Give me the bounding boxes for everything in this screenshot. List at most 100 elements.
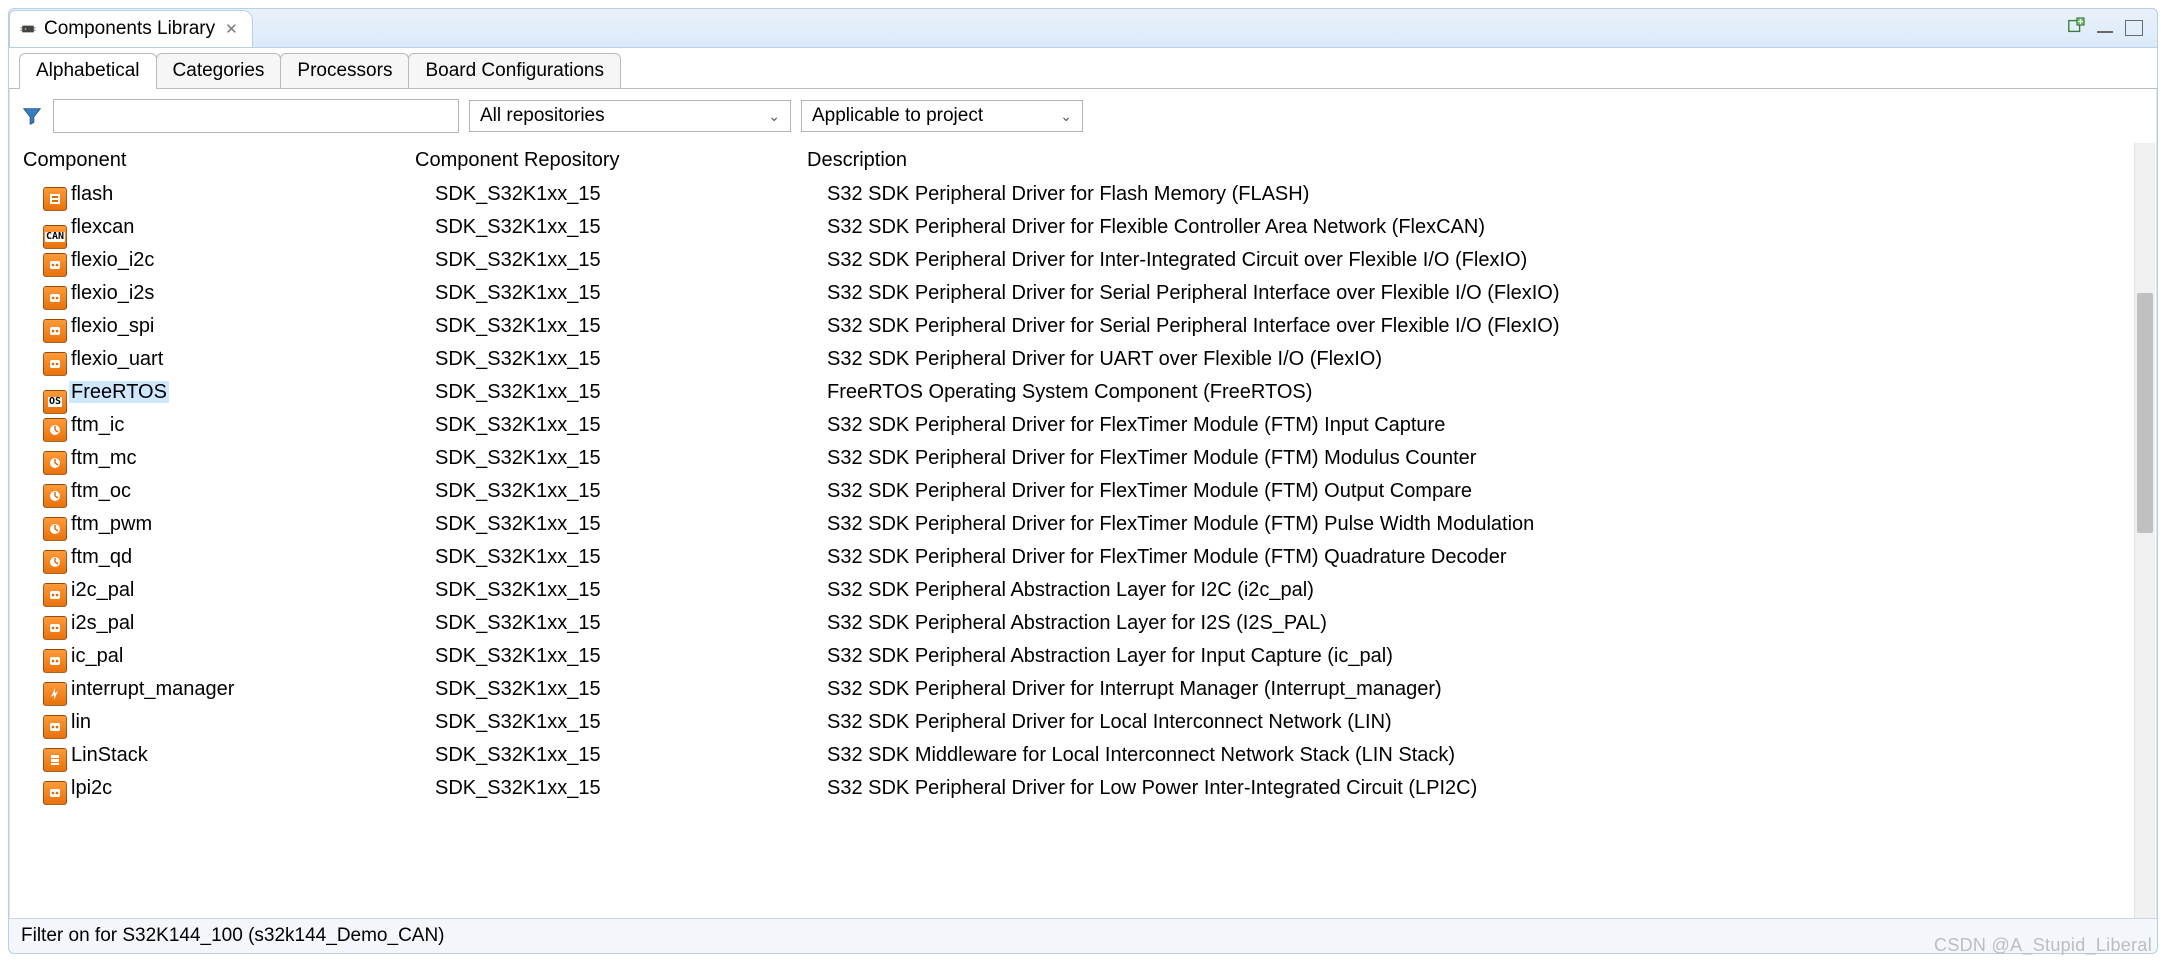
component-name: flexcan xyxy=(69,211,435,244)
component-desc: S32 SDK Middleware for Local Interconnec… xyxy=(827,739,2133,772)
component-repo: SDK_S32K1xx_15 xyxy=(435,640,827,673)
component-desc: S32 SDK Peripheral Driver for Flexible C… xyxy=(827,211,2133,244)
component-desc: S32 SDK Peripheral Driver for Serial Per… xyxy=(827,277,2133,310)
titlebar: Components Library ✕ xyxy=(9,9,2157,48)
phone-icon xyxy=(43,781,67,805)
component-repo: SDK_S32K1xx_15 xyxy=(435,409,827,442)
phone-icon xyxy=(43,286,67,310)
int-icon xyxy=(43,682,67,706)
component-repo: SDK_S32K1xx_15 xyxy=(435,772,827,805)
chevron-down-icon: ⌄ xyxy=(768,108,780,125)
chip-icon xyxy=(18,19,38,39)
subtab-processors[interactable]: Processors xyxy=(280,53,409,88)
table-row[interactable]: ftm_ocSDK_S32K1xx_15S32 SDK Peripheral D… xyxy=(9,475,2133,508)
component-repo: SDK_S32K1xx_15 xyxy=(435,541,827,574)
component-repo: SDK_S32K1xx_15 xyxy=(435,607,827,640)
component-name: lpi2c xyxy=(69,772,435,805)
table-row[interactable]: ftm_pwmSDK_S32K1xx_15S32 SDK Peripheral … xyxy=(9,508,2133,541)
component-repo: SDK_S32K1xx_15 xyxy=(435,343,827,376)
component-repo: SDK_S32K1xx_15 xyxy=(435,244,827,277)
table-row[interactable]: flexio_i2cSDK_S32K1xx_15S32 SDK Peripher… xyxy=(9,244,2133,277)
component-name: flash xyxy=(69,178,435,211)
component-name: ftm_mc xyxy=(69,442,435,475)
vertical-scrollbar[interactable] xyxy=(2134,143,2155,919)
component-desc: S32 SDK Peripheral Driver for Flash Memo… xyxy=(827,178,2133,211)
component-repo: SDK_S32K1xx_15 xyxy=(435,739,827,772)
header-description[interactable]: Description xyxy=(807,149,2133,172)
component-name: flexio_i2c xyxy=(69,244,435,277)
subtab-board-configurations[interactable]: Board Configurations xyxy=(408,53,621,88)
component-name: ftm_pwm xyxy=(69,508,435,541)
table-row[interactable]: flexio_spiSDK_S32K1xx_15S32 SDK Peripher… xyxy=(9,310,2133,343)
minimize-icon[interactable] xyxy=(2097,23,2113,33)
chevron-down-icon: ⌄ xyxy=(1060,108,1072,125)
component-name: flexio_spi xyxy=(69,310,435,343)
component-desc: S32 SDK Peripheral Driver for Low Power … xyxy=(827,772,2133,805)
grid-wrap: Component Component Repository Descripti… xyxy=(9,143,2157,919)
table-row[interactable]: lpi2cSDK_S32K1xx_15S32 SDK Peripheral Dr… xyxy=(9,772,2133,805)
header-component[interactable]: Component xyxy=(23,149,415,172)
component-name: lin xyxy=(69,706,435,739)
maximize-icon[interactable] xyxy=(2125,20,2143,36)
subtab-categories[interactable]: Categories xyxy=(156,53,282,88)
table-row[interactable]: CANflexcanSDK_S32K1xx_15S32 SDK Peripher… xyxy=(9,211,2133,244)
table-row[interactable]: flexio_i2sSDK_S32K1xx_15S32 SDK Peripher… xyxy=(9,277,2133,310)
component-desc: S32 SDK Peripheral Driver for FlexTimer … xyxy=(827,475,2133,508)
title-controls xyxy=(2067,17,2157,40)
phone-icon xyxy=(43,253,67,277)
view-tab-label: Components Library xyxy=(44,18,215,40)
clock-icon xyxy=(43,451,67,475)
table-row[interactable]: interrupt_managerSDK_S32K1xx_15S32 SDK P… xyxy=(9,673,2133,706)
filter-icon[interactable] xyxy=(21,105,43,127)
component-name: flexio_i2s xyxy=(69,277,435,310)
component-desc: S32 SDK Peripheral Abstraction Layer for… xyxy=(827,574,2133,607)
component-name: i2c_pal xyxy=(69,574,435,607)
clock-icon xyxy=(43,484,67,508)
table-row[interactable]: flexio_uartSDK_S32K1xx_15S32 SDK Periphe… xyxy=(9,343,2133,376)
table-row[interactable]: ftm_qdSDK_S32K1xx_15S32 SDK Peripheral D… xyxy=(9,541,2133,574)
component-desc: S32 SDK Peripheral Driver for Local Inte… xyxy=(827,706,2133,739)
component-repo: SDK_S32K1xx_15 xyxy=(435,508,827,541)
subtab-alphabetical[interactable]: Alphabetical xyxy=(19,53,157,88)
clock-icon xyxy=(43,517,67,541)
filter-input[interactable] xyxy=(53,99,459,133)
table-row[interactable]: ic_palSDK_S32K1xx_15S32 SDK Peripheral A… xyxy=(9,640,2133,673)
new-view-icon[interactable] xyxy=(2067,17,2085,40)
view-tab-components-library[interactable]: Components Library ✕ xyxy=(9,10,253,47)
subtabs: AlphabeticalCategoriesProcessorsBoard Co… xyxy=(9,48,2157,89)
component-repo: SDK_S32K1xx_15 xyxy=(435,376,827,409)
table-row[interactable]: i2s_palSDK_S32K1xx_15S32 SDK Peripheral … xyxy=(9,607,2133,640)
rows: flashSDK_S32K1xx_15S32 SDK Peripheral Dr… xyxy=(9,178,2133,805)
component-grid: Component Component Repository Descripti… xyxy=(9,143,2133,919)
close-view-icon[interactable]: ✕ xyxy=(225,20,238,38)
component-name: ic_pal xyxy=(69,640,435,673)
phone-icon xyxy=(43,319,67,343)
table-row[interactable]: linSDK_S32K1xx_15S32 SDK Peripheral Driv… xyxy=(9,706,2133,739)
column-headers: Component Component Repository Descripti… xyxy=(9,143,2133,178)
watermark: CSDN @A_Stupid_Liberal xyxy=(1934,935,2152,956)
phone-icon xyxy=(43,616,67,640)
stack-icon xyxy=(43,748,67,772)
can-icon: CAN xyxy=(43,225,67,249)
component-repo: SDK_S32K1xx_15 xyxy=(435,178,827,211)
scope-combo[interactable]: Applicable to project ⌄ xyxy=(801,100,1083,132)
repository-combo-label: All repositories xyxy=(480,105,605,127)
component-name: i2s_pal xyxy=(69,607,435,640)
scrollbar-thumb[interactable] xyxy=(2137,293,2153,533)
component-desc: FreeRTOS Operating System Component (Fre… xyxy=(827,376,2133,409)
table-row[interactable]: flashSDK_S32K1xx_15S32 SDK Peripheral Dr… xyxy=(9,178,2133,211)
header-repository[interactable]: Component Repository xyxy=(415,149,807,172)
table-row[interactable]: i2c_palSDK_S32K1xx_15S32 SDK Peripheral … xyxy=(9,574,2133,607)
component-repo: SDK_S32K1xx_15 xyxy=(435,277,827,310)
component-name: interrupt_manager xyxy=(69,673,435,706)
phone-icon xyxy=(43,352,67,376)
table-row[interactable]: ftm_mcSDK_S32K1xx_15S32 SDK Peripheral D… xyxy=(9,442,2133,475)
phone-icon xyxy=(43,583,67,607)
component-repo: SDK_S32K1xx_15 xyxy=(435,442,827,475)
component-repo: SDK_S32K1xx_15 xyxy=(435,673,827,706)
table-row[interactable]: OSFreeRTOSSDK_S32K1xx_15FreeRTOS Operati… xyxy=(9,376,2133,409)
component-repo: SDK_S32K1xx_15 xyxy=(435,211,827,244)
table-row[interactable]: ftm_icSDK_S32K1xx_15S32 SDK Peripheral D… xyxy=(9,409,2133,442)
repository-combo[interactable]: All repositories ⌄ xyxy=(469,100,791,132)
table-row[interactable]: LinStackSDK_S32K1xx_15S32 SDK Middleware… xyxy=(9,739,2133,772)
